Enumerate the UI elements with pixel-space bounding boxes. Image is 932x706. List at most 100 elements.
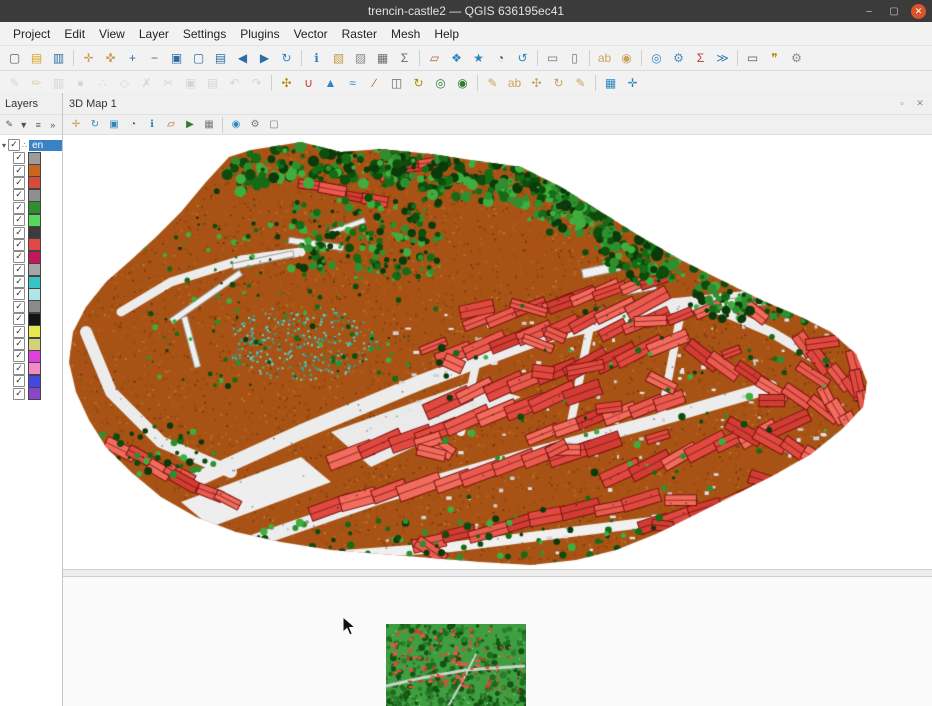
measure-3d-button[interactable]: ▱ [162,117,180,133]
refresh-map-button[interactable]: ↻ [276,48,297,68]
class-checkbox[interactable]: ✓ [13,152,25,164]
class-checkbox[interactable]: ✓ [13,363,25,375]
class-checkbox[interactable]: ✓ [13,177,25,189]
class-checkbox[interactable]: ✓ [13,276,25,288]
menu-project[interactable]: Project [6,24,57,44]
scene-3d-viewport[interactable] [63,135,932,569]
close-panel-button[interactable]: ✕ [914,98,926,109]
georeferencer-button[interactable]: ✛ [622,73,643,93]
refresh-button[interactable]: ↺ [512,48,533,68]
advanced-digitizing-button[interactable]: ▲ [320,73,341,93]
menu-view[interactable]: View [92,24,132,44]
layer-diagram-button[interactable]: ◉ [616,48,637,68]
classification-row-19[interactable]: ✓ [0,387,62,399]
class-checkbox[interactable]: ✓ [13,301,25,313]
pin-labels-button[interactable]: ✎ [482,73,503,93]
camera-settings-button[interactable]: ▢ [265,117,283,133]
menu-edit[interactable]: Edit [57,24,92,44]
title-bar[interactable]: trencin-castle2 — QGIS 636195ec41 –▢✕ [0,0,932,22]
reshape-features-button[interactable]: ≈ [342,73,363,93]
measure-line-button[interactable]: ▱ [424,48,445,68]
menu-mesh[interactable]: Mesh [384,24,427,44]
move-feature-button[interactable]: ✣ [276,73,297,93]
zoom-full-3d-button[interactable]: ▣ [105,117,123,133]
layer-tree[interactable]: ▾ ✓ ∴ en ✓✓✓✓✓✓✓✓✓✓✓✓✓✓✓✓✓✓✓✓ [0,135,62,706]
save-scene-image-button[interactable]: ▦ [200,117,218,133]
deselect-features-button[interactable]: ▨ [350,48,371,68]
options-gear-button[interactable]: ⚙ [786,48,807,68]
menu-settings[interactable]: Settings [176,24,233,44]
classification-row-5[interactable]: ✓ [0,214,62,226]
scene-3d-canvas[interactable] [63,135,932,569]
layer-item-pointcloud[interactable]: ▾ ✓ ∴ en [0,138,62,152]
classification-row-10[interactable]: ✓ [0,276,62,288]
add-ring-button[interactable]: ◎ [430,73,451,93]
float-panel-button[interactable]: ▫ [896,98,908,109]
mesh-calculator-button[interactable]: ▦ [600,73,621,93]
pan-to-selection-button[interactable]: ✜ [100,48,121,68]
select-features-button[interactable]: ▧ [328,48,349,68]
save-project-button[interactable]: ▥ [48,48,69,68]
classification-row-17[interactable]: ✓ [0,363,62,375]
temporal-controller-button[interactable]: ◔ [490,48,511,68]
maximize-button[interactable]: ▢ [886,3,902,19]
zoom-to-layer-button[interactable]: ▤ [210,48,231,68]
minimize-button[interactable]: – [861,3,877,19]
new-project-button[interactable]: ▢ [4,48,25,68]
filter-legend-button[interactable]: ▼ [18,118,31,132]
expander-icon[interactable]: ▾ [2,141,6,150]
class-checkbox[interactable]: ✓ [13,165,25,177]
map-canvas-2d[interactable] [63,577,932,706]
classification-row-4[interactable]: ✓ [0,202,62,214]
menu-help[interactable]: Help [427,24,466,44]
map-tips-button[interactable]: ❖ [446,48,467,68]
animation-clock-button[interactable]: ◔ [124,117,142,133]
annotation-tips-button[interactable]: ❞ [764,48,785,68]
class-checkbox[interactable]: ✓ [13,338,25,350]
layer-label[interactable]: en [29,140,62,151]
classification-row-15[interactable]: ✓ [0,338,62,350]
open-project-button[interactable]: ▤ [26,48,47,68]
class-checkbox[interactable]: ✓ [13,388,25,400]
configure-wrench-button[interactable]: ⚙ [246,117,264,133]
highlight-labels-button[interactable]: ab [504,73,525,93]
field-calculator-button[interactable]: Σ [394,48,415,68]
show-layout-manager-button[interactable]: ▯ [564,48,585,68]
zoom-full-button[interactable]: ▣ [166,48,187,68]
classification-row-6[interactable]: ✓ [0,226,62,238]
class-checkbox[interactable]: ✓ [13,375,25,387]
menu-layer[interactable]: Layer [132,24,176,44]
rotate-feature-button[interactable]: ↻ [408,73,429,93]
merge-features-button[interactable]: ◫ [386,73,407,93]
class-checkbox[interactable]: ✓ [13,313,25,325]
play-animation-button[interactable]: ▶ [181,117,199,133]
search-locator-button[interactable]: ◎ [646,48,667,68]
zoom-next-button[interactable]: ▶ [254,48,275,68]
class-checkbox[interactable]: ✓ [13,326,25,338]
new-print-layout-button[interactable]: ▭ [542,48,563,68]
class-checkbox[interactable]: ✓ [13,239,25,251]
expand-all-button[interactable]: ≡ [32,118,45,132]
classification-row-8[interactable]: ✓ [0,251,62,263]
snapping-toggle-button[interactable]: ∪ [298,73,319,93]
new-bookmark-button[interactable]: ★ [468,48,489,68]
zoom-out-button[interactable]: − [144,48,165,68]
class-checkbox[interactable]: ✓ [13,264,25,276]
zoom-in-button[interactable]: + [122,48,143,68]
effects-eye-button[interactable]: ◉ [227,117,245,133]
class-checkbox[interactable]: ✓ [13,202,25,214]
identify-features-button[interactable]: ℹ [306,48,327,68]
identify-3d-button[interactable]: ℹ [143,117,161,133]
menu-plugins[interactable]: Plugins [233,24,286,44]
class-checkbox[interactable]: ✓ [13,350,25,362]
classification-row-14[interactable]: ✓ [0,325,62,337]
open-layer-styling-button[interactable]: ✎ [3,118,16,132]
statistics-summary-button[interactable]: Σ [690,48,711,68]
horizontal-splitter[interactable] [63,569,932,577]
camera-pan-button[interactable]: ✛ [67,117,85,133]
classification-row-13[interactable]: ✓ [0,313,62,325]
processing-toolbox-button[interactable]: ⚙ [668,48,689,68]
classification-row-2[interactable]: ✓ [0,177,62,189]
move-label-button[interactable]: ✣ [526,73,547,93]
class-checkbox[interactable]: ✓ [13,251,25,263]
